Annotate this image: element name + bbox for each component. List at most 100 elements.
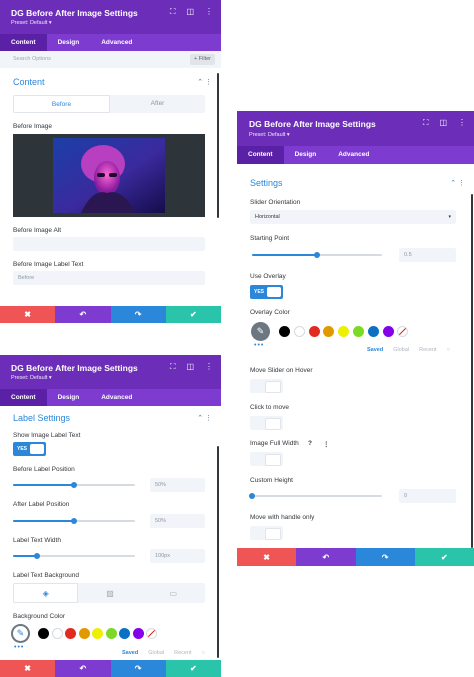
color-swatch[interactable]	[51, 628, 63, 639]
show-label-text-toggle[interactable]: YES	[13, 442, 46, 456]
more-colors-icon[interactable]: •••	[14, 644, 24, 651]
undo-button[interactable]: ↶	[296, 548, 356, 566]
color-tab-recent[interactable]: Recent	[174, 650, 191, 656]
before-label-position-input[interactable]: 50%	[150, 478, 205, 492]
split-view-icon[interactable]: ◫	[186, 8, 194, 16]
preset-selector[interactable]: Preset: Default ▾	[11, 20, 52, 26]
color-swatch[interactable]	[132, 628, 144, 639]
use-overlay-toggle[interactable]: YES	[250, 285, 283, 299]
undo-button[interactable]: ↶	[55, 306, 111, 323]
slider-handle[interactable]	[314, 252, 320, 258]
tab-content[interactable]: Content	[0, 34, 47, 51]
help-icon[interactable]: ?	[308, 440, 312, 447]
section-title[interactable]: Content	[13, 77, 45, 87]
search-input[interactable]: Search Options	[13, 56, 51, 62]
color-swatch[interactable]	[65, 628, 76, 639]
starting-point-slider[interactable]	[252, 252, 382, 258]
color-swatch[interactable]	[92, 628, 103, 639]
section-title[interactable]: Label Settings	[13, 413, 70, 423]
more-options-icon[interactable]: ⋮	[205, 8, 213, 16]
expand-icon[interactable]: ⛶	[423, 119, 429, 127]
scrollbar[interactable]	[217, 446, 219, 658]
preset-selector[interactable]: Preset: Default ▾	[249, 132, 290, 138]
slider-handle[interactable]	[71, 482, 77, 488]
label-text-width-input[interactable]: 100px	[150, 549, 205, 563]
gradient-icon[interactable]: ▨	[78, 583, 141, 603]
color-swatch[interactable]	[279, 326, 290, 337]
redo-button[interactable]: ↷	[110, 306, 166, 323]
preset-selector[interactable]: Preset: Default ▾	[11, 375, 52, 381]
tab-advanced[interactable]: Advanced	[90, 389, 143, 406]
color-swatch[interactable]	[323, 326, 335, 337]
color-swatch[interactable]	[367, 326, 379, 337]
section-toggle[interactable]: ⌃ ⋮	[197, 414, 212, 422]
more-options-icon[interactable]: ⋮	[205, 363, 213, 371]
slider-handle[interactable]	[34, 553, 41, 559]
color-picker-button[interactable]: ✎	[11, 624, 30, 643]
custom-height-input[interactable]: 0	[399, 489, 456, 503]
custom-height-slider[interactable]	[249, 493, 382, 499]
color-swatch[interactable]	[338, 326, 350, 337]
settings-icon[interactable]: ○	[447, 347, 450, 353]
before-tab[interactable]: Before	[13, 95, 110, 113]
paint-bucket-icon[interactable]: ◈	[13, 583, 79, 603]
after-tab[interactable]: After	[110, 95, 205, 113]
undo-button[interactable]: ↶	[55, 660, 111, 677]
color-picker-button[interactable]: ✎	[251, 322, 270, 341]
expand-icon[interactable]: ⛶	[170, 8, 176, 16]
more-options-icon[interactable]: ⋮	[323, 440, 330, 448]
color-swatch[interactable]	[38, 628, 49, 639]
image-icon[interactable]: ▭	[142, 583, 205, 603]
slider-handle[interactable]	[249, 493, 255, 499]
cancel-button[interactable]: ✖	[0, 306, 56, 323]
color-swatch[interactable]	[353, 326, 364, 337]
section-toggle[interactable]: ⌃ ⋮	[197, 78, 212, 86]
slider-handle[interactable]	[71, 518, 77, 524]
after-label-position-slider[interactable]	[13, 518, 135, 524]
scrollbar[interactable]	[217, 73, 219, 218]
color-swatch[interactable]	[105, 628, 117, 639]
tab-design[interactable]: Design	[284, 146, 328, 164]
before-image-label-text-field[interactable]: Before	[13, 271, 205, 285]
tab-design[interactable]: Design	[47, 34, 91, 51]
expand-icon[interactable]: ⛶	[170, 363, 176, 371]
more-colors-icon[interactable]: •••	[254, 342, 264, 349]
tab-advanced[interactable]: Advanced	[327, 146, 380, 164]
no-color-icon[interactable]	[397, 326, 409, 337]
before-label-position-slider[interactable]	[13, 482, 135, 488]
cancel-button[interactable]: ✖	[0, 660, 56, 677]
image-full-width-toggle[interactable]	[250, 452, 283, 466]
save-button[interactable]: ✔	[165, 306, 221, 323]
move-handle-only-toggle[interactable]	[250, 526, 283, 540]
filter-button[interactable]: + Filter	[190, 54, 215, 65]
cancel-button[interactable]: ✖	[237, 548, 297, 566]
section-toggle[interactable]: ⌃ ⋮	[450, 179, 465, 187]
redo-button[interactable]: ↷	[355, 548, 415, 566]
label-text-width-slider[interactable]	[13, 553, 135, 559]
color-tab-saved[interactable]: Saved	[122, 650, 138, 656]
color-swatch[interactable]	[382, 326, 394, 337]
tab-content[interactable]: Content	[0, 389, 47, 406]
before-image-alt-field[interactable]	[13, 237, 205, 251]
color-tab-global[interactable]: Global	[148, 650, 164, 656]
after-label-position-input[interactable]: 50%	[150, 514, 205, 528]
tab-design[interactable]: Design	[47, 389, 91, 406]
color-tab-saved[interactable]: Saved	[367, 347, 383, 353]
color-tab-global[interactable]: Global	[393, 347, 409, 353]
color-swatch[interactable]	[293, 326, 305, 337]
color-swatch[interactable]	[119, 628, 130, 639]
color-tab-recent[interactable]: Recent	[419, 347, 436, 353]
color-swatch[interactable]	[308, 326, 320, 337]
tab-content[interactable]: Content	[237, 146, 284, 164]
split-view-icon[interactable]: ◫	[439, 119, 447, 127]
section-title[interactable]: Settings	[250, 178, 283, 188]
redo-button[interactable]: ↷	[110, 660, 166, 677]
save-button[interactable]: ✔	[165, 660, 221, 677]
starting-point-input[interactable]: 0.5	[399, 248, 456, 262]
no-color-icon[interactable]	[146, 628, 157, 639]
move-slider-hover-toggle[interactable]	[250, 379, 283, 393]
split-view-icon[interactable]: ◫	[186, 363, 194, 371]
more-options-icon[interactable]: ⋮	[458, 119, 466, 127]
before-image-upload[interactable]	[13, 134, 205, 217]
tab-advanced[interactable]: Advanced	[90, 34, 143, 51]
